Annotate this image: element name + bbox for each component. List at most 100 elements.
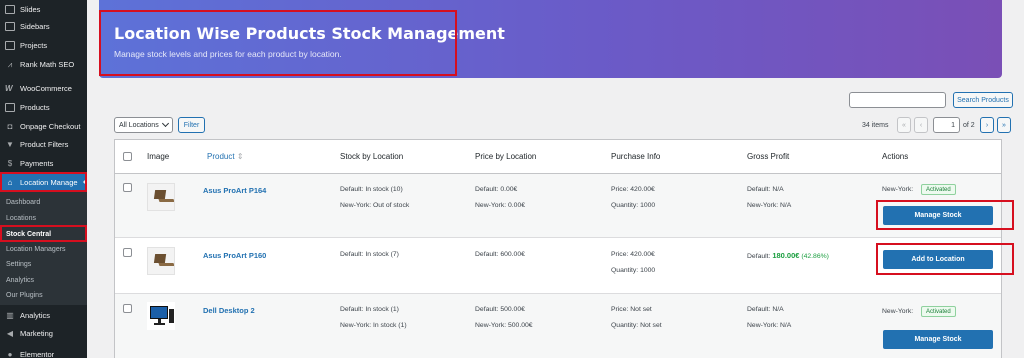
col-image: Image [147,152,170,161]
profit-new-york: New-York: N/A [747,322,792,329]
last-page-button[interactable]: » [997,117,1011,133]
laptop-icon [153,254,175,266]
purchase-quantity: Quantity: 1000 [611,202,656,209]
col-actions: Actions [882,152,909,161]
search-products-button[interactable]: Search Products [953,92,1013,108]
stock-default: Default: In stock (10) [340,186,403,193]
sidebar-item-analytics[interactable]: ▥ Analytics [0,307,87,323]
profit-default: Default: N/A [747,306,784,313]
filter-button[interactable]: Filter [178,117,205,133]
admin-sidebar: Slides Sidebars Projects ⩘ Rank Math SEO … [0,0,87,358]
sidebar-item-location-manage[interactable]: ⌂ Location Manage [0,174,87,190]
col-product[interactable]: Product ⇕ [207,152,244,161]
sidebar-item-woocommerce[interactable]: W WooCommerce [0,80,87,96]
sidebar-item-marketing[interactable]: ◀ Marketing [0,325,87,341]
items-count: 34 items [862,121,889,129]
sidebar-item-sidebars[interactable]: Sidebars [0,18,87,34]
elementor-icon: ● [7,349,13,358]
page-title: Location Wise Products Stock Management [114,24,505,43]
laptop-icon [153,190,175,202]
col-price: Price by Location [475,152,537,161]
submenu-locations[interactable]: Locations [0,211,87,225]
stock-default: Default: In stock (7) [340,251,399,258]
product-name-link[interactable]: Dell Desktop 2 [203,306,255,315]
col-stock: Stock by Location [340,152,404,161]
sidebar-item-product-filters[interactable]: ▼ Product Filters [0,136,87,152]
submenu-dashboard[interactable]: Dashboard [0,195,87,209]
price-default: Default: 0.00€ [475,186,518,193]
next-page-button[interactable]: › [980,117,994,133]
price-new-york: New-York: 0.00€ [475,202,526,209]
payments-icon: $ [7,158,13,168]
col-profit: Gross Profit [747,152,790,161]
submenu-our-plugins[interactable]: Our Plugins [0,288,87,302]
search-input[interactable] [849,92,946,108]
slides-icon [5,4,15,14]
status-badge: Activated [921,306,956,317]
first-page-button[interactable]: « [897,117,911,133]
purchase-price: Price: 420.00€ [611,186,655,193]
sidebar-item-onpage-checkout[interactable]: ◘ Onpage Checkout [0,118,87,134]
profit-default: Default: N/A [747,186,784,193]
manage-stock-button[interactable]: Manage Stock [883,330,993,349]
row-checkbox[interactable] [123,248,132,257]
stock-default: Default: In stock (1) [340,306,399,313]
sidebar-item-rank-math[interactable]: ⩘ Rank Math SEO [0,56,87,72]
sidebar-item-payments[interactable]: $ Payments [0,155,87,171]
main-content: Location Wise Products Stock Management … [87,0,1024,358]
submenu-analytics[interactable]: Analytics [0,273,87,287]
select-all-checkbox[interactable] [123,152,132,161]
analytics-icon: ▥ [6,310,14,320]
submenu-stock-central[interactable]: Stock Central [0,227,87,241]
table-header: Image Product ⇕ Stock by Location Price … [115,140,1001,174]
price-default: Default: 600.00€ [475,251,525,258]
sidebar-item-slides[interactable]: Slides [0,1,87,17]
table-row: Asus ProArt P164 Default: In stock (10) … [115,174,1001,238]
current-page-input[interactable]: 1 [933,117,960,133]
chevron-down-icon [161,119,170,128]
woocommerce-icon: W [5,83,13,93]
submenu-settings[interactable]: Settings [0,257,87,271]
product-name-link[interactable]: Asus ProArt P164 [203,186,266,195]
col-purchase: Purchase Info [611,152,661,161]
stock-new-york: New-York: Out of stock [340,202,410,209]
purchase-price: Price: Not set [611,306,652,313]
page-banner: Location Wise Products Stock Management … [99,0,1002,78]
rank-math-icon: ⩘ [7,59,13,69]
product-thumbnail [147,302,175,330]
profit-new-york: New-York: N/A [747,202,792,209]
add-to-location-button[interactable]: Add to Location [883,250,993,269]
row-checkbox[interactable] [123,304,132,313]
sidebar-item-elementor[interactable]: ● Elementor [0,346,87,358]
cart-icon: ◘ [7,121,13,131]
table-row: Dell Desktop 2 Default: In stock (1) New… [115,294,1001,358]
purchase-quantity: Quantity: 1000 [611,267,656,274]
filter-icon: ▼ [6,139,14,149]
sidebar-item-projects[interactable]: Projects [0,37,87,53]
location-icon: ⌂ [7,177,13,187]
submenu-location-managers[interactable]: Location Managers [0,242,87,256]
sidebar-item-products[interactable]: Products [0,99,87,115]
stock-new-york: New-York: In stock (1) [340,322,407,329]
prev-page-button[interactable]: ‹ [914,117,928,133]
purchase-quantity: Quantity: Not set [611,322,662,329]
page-subtitle: Manage stock levels and prices for each … [114,49,342,59]
profit-default: Default: 180.00€ (42.86%) [747,251,829,260]
page-total: of 2 [963,121,975,129]
row-checkbox[interactable] [123,183,132,192]
purchase-price: Price: 420.00€ [611,251,655,258]
location-select[interactable]: All Locations [114,117,173,133]
price-default: Default: 500.00€ [475,306,525,313]
action-location-label: New-York: [882,308,914,315]
action-location-label: New-York: [882,186,914,193]
product-thumbnail [147,183,175,211]
manage-stock-button[interactable]: Manage Stock [883,206,993,225]
products-icon [5,102,15,112]
products-table: Image Product ⇕ Stock by Location Price … [114,139,1002,358]
desktop-icon [150,306,174,325]
sort-icon: ⇕ [236,152,244,161]
product-name-link[interactable]: Asus ProArt P160 [203,251,266,260]
megaphone-icon: ◀ [6,328,14,338]
table-row: Asus ProArt P160 Default: In stock (7) D… [115,238,1001,294]
product-thumbnail [147,247,175,275]
